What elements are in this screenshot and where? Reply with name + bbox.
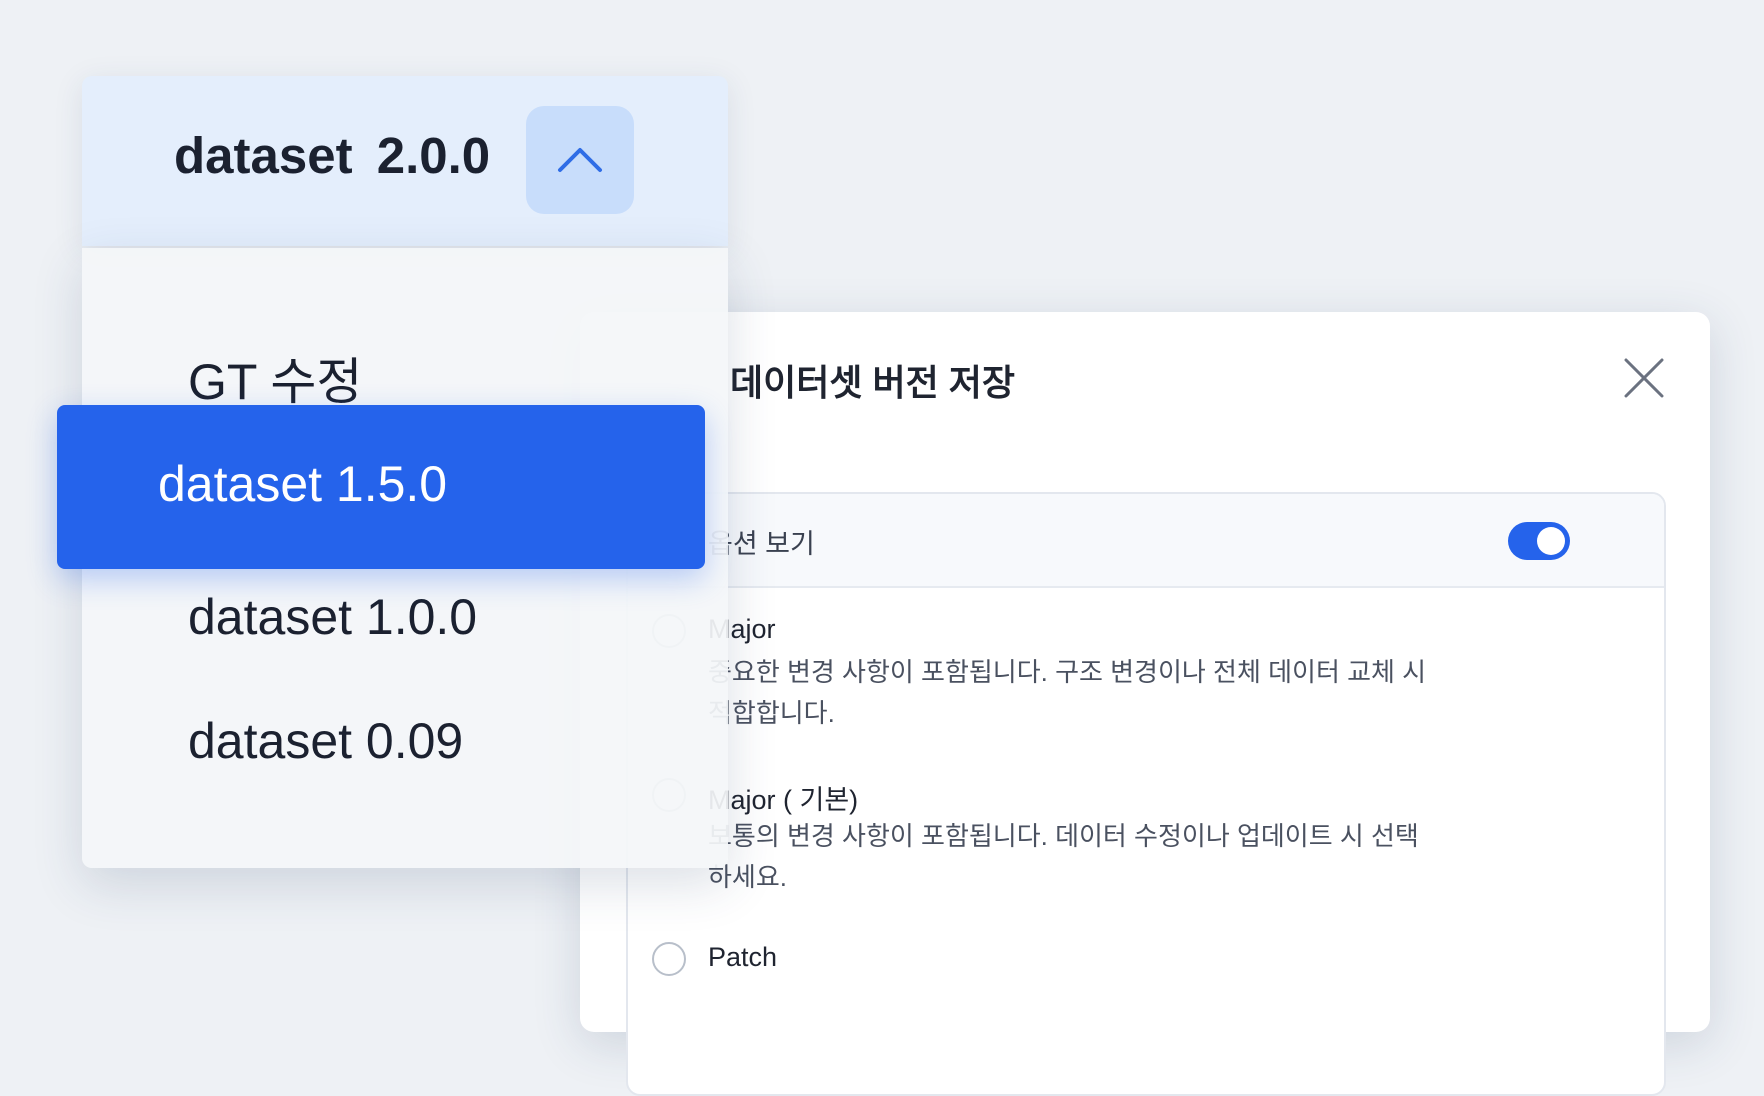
chevron-up-icon: [558, 148, 602, 172]
toggle-knob: [1537, 527, 1565, 555]
dropdown-item-gt-edit[interactable]: GT 수정: [188, 342, 362, 414]
option-name: Patch: [708, 942, 778, 972]
options-header: 옵션 보기: [628, 494, 1664, 588]
option-description: 보통의 변경 사항이 포함됩니다. 데이터 수정이나 업데이트 시 선택하세요.: [708, 821, 1419, 892]
option-description: 중요한 변경 사항이 포함됩니다. 구조 변경이나 전체 데이터 교체 시 적합…: [708, 657, 1427, 728]
dropdown-current-value: dataset 2.0.0: [174, 127, 491, 184]
close-button[interactable]: [1622, 356, 1666, 400]
options-toggle[interactable]: [1508, 522, 1570, 560]
close-icon: [1624, 358, 1664, 398]
dropdown-item-dataset-0-09[interactable]: dataset 0.09: [188, 712, 463, 770]
option-name: Major ( 기본): [708, 785, 859, 815]
modal-title: 데이터셋 버전 저장: [730, 362, 1015, 403]
version-options-card: 옵션 보기 Major 중요한 변경 사항이 포함됩니다. 구조 변경이나 전체…: [626, 492, 1666, 1096]
dropdown-toggle-button[interactable]: [526, 106, 634, 214]
dropdown-item-dataset-1-0-0[interactable]: dataset 1.0.0: [188, 588, 477, 646]
dropdown-item-label: dataset 1.5.0: [158, 456, 448, 512]
version-dropdown-header[interactable]: dataset 2.0.0: [82, 76, 728, 246]
dropdown-item-dataset-1-5-0[interactable]: dataset 1.5.0: [57, 405, 705, 569]
save-dataset-version-modal: 데이터셋 버전 저장 옵션 보기 Major 중요한 변경 사항이 포함됩니다.…: [580, 312, 1710, 1096]
radio-patch[interactable]: [652, 942, 686, 976]
